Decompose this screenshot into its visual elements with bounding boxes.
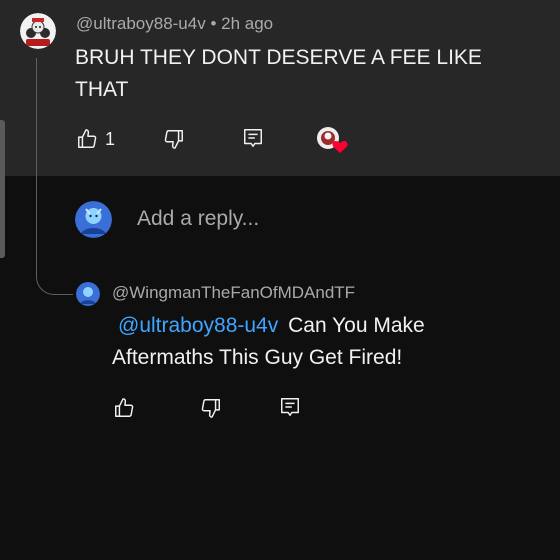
add-reply-input[interactable]: Add a reply... (137, 207, 259, 231)
like-count: 1 (105, 128, 116, 149)
reply-author[interactable]: @WingmanTheFanOfMDAndTF (112, 283, 355, 303)
comment-author[interactable]: @ultraboy88-u4v (76, 14, 206, 33)
thread-connector-line (36, 58, 73, 295)
creator-heart-icon (316, 126, 348, 154)
reply-reply-button[interactable] (279, 396, 301, 418)
thumb-down-icon (200, 397, 222, 419)
comment-icon (279, 396, 301, 418)
creator-heart[interactable] (316, 126, 348, 154)
dislike-button[interactable] (163, 128, 185, 150)
reply-like-button[interactable] (113, 397, 135, 419)
comment-time[interactable]: 2h ago (221, 14, 273, 33)
thumb-up-icon (76, 128, 98, 150)
current-user-avatar (75, 201, 112, 238)
comment-thread: @ultraboy88-u4v • 2h ago BRUH THEY DONT … (0, 0, 560, 560)
mention-link[interactable]: @ultraboy88-u4v (118, 314, 278, 337)
reply-avatar[interactable] (76, 282, 100, 306)
thumb-down-icon (163, 128, 185, 150)
reply-dislike-button[interactable] (200, 397, 222, 419)
scroll-indicator[interactable] (0, 120, 5, 258)
comment-text: BRUH THEY DONT DESERVE A FEE LIKE THAT (75, 46, 482, 101)
reply-text: @ultraboy88-u4v Can You Make Aftermaths … (112, 310, 512, 374)
avatar[interactable] (20, 13, 56, 49)
reply-button[interactable] (242, 127, 264, 149)
meta-separator: • (210, 14, 217, 33)
comment-icon (242, 127, 264, 149)
comment-meta: @ultraboy88-u4v • 2h ago (76, 14, 273, 34)
like-button[interactable]: 1 (76, 128, 115, 150)
thumb-up-icon (113, 397, 135, 419)
